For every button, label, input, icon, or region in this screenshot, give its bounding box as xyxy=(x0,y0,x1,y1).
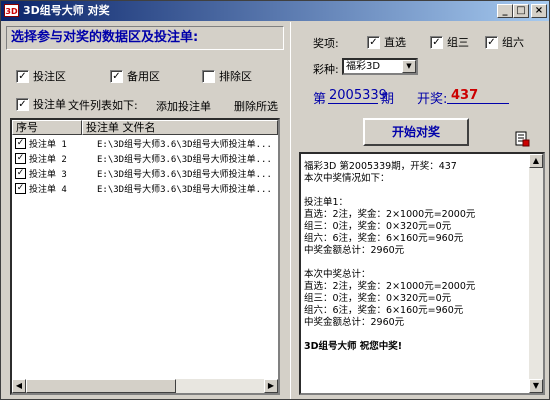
row-checkbox[interactable]: ✓ xyxy=(15,153,26,164)
scroll-thumb[interactable] xyxy=(26,379,176,393)
table-row[interactable]: ✓ 投注单 3 E:\3D组号大师3.6\3D组号大师投注单... xyxy=(12,166,282,181)
checkbox[interactable]: ✓ xyxy=(16,97,29,111)
check-bet-area[interactable]: ✓ 投注区 xyxy=(16,68,66,84)
save-text-icon[interactable] xyxy=(514,131,530,147)
checkbox[interactable] xyxy=(202,69,215,83)
draw-underline xyxy=(447,103,509,104)
start-check-button[interactable]: 开始对奖 xyxy=(363,118,469,146)
row-checkbox[interactable]: ✓ xyxy=(15,168,26,179)
left-panel: 选择参与对奖的数据区及投注单: ✓ 投注区 ✓ 备用区 排除区 ✓ 投注单 文件… xyxy=(2,22,289,399)
result-line: 3D组号大师 祝您中奖! xyxy=(304,341,403,352)
scroll-right-icon[interactable]: ▶ xyxy=(264,379,278,393)
draw-number[interactable]: 437 xyxy=(451,88,478,103)
check-exclude-area[interactable]: 排除区 xyxy=(202,68,252,84)
check-award-direct[interactable]: ✓ 直选 xyxy=(367,34,406,50)
scroll-left-icon[interactable]: ◀ xyxy=(12,379,26,393)
issue-underline xyxy=(328,103,378,104)
issue-suffix: 期 xyxy=(381,92,395,107)
lottery-select[interactable]: 福彩3D ▼ xyxy=(342,58,418,75)
maximize-button[interactable]: □ xyxy=(513,4,529,18)
draw-label: 开奖: xyxy=(417,92,448,107)
result-line: 本次中奖情况如下： xyxy=(304,173,390,184)
column-header-no[interactable]: 序号 xyxy=(12,120,82,135)
select-area-banner: 选择参与对奖的数据区及投注单: xyxy=(6,26,284,50)
chevron-down-icon[interactable]: ▼ xyxy=(402,60,416,73)
checkbox[interactable]: ✓ xyxy=(110,69,123,83)
result-line: 中奖金额总计：2960元 xyxy=(304,317,405,328)
lottery-label: 彩种: xyxy=(313,63,339,76)
horizontal-scrollbar[interactable]: ◀ ▶ xyxy=(12,379,278,393)
check-award-group6[interactable]: ✓ 组六 xyxy=(485,34,524,50)
close-button[interactable]: × xyxy=(531,4,547,18)
checkbox[interactable]: ✓ xyxy=(485,35,498,49)
checkbox[interactable]: ✓ xyxy=(16,69,29,83)
table-row[interactable]: ✓ 投注单 2 E:\3D组号大师3.6\3D组号大师投注单... xyxy=(12,151,282,166)
checkbox[interactable]: ✓ xyxy=(367,35,380,49)
title-bar[interactable]: 3D 3D组号大师 对奖 _ □ × xyxy=(1,1,549,21)
ticket-file-list[interactable]: 序号 投注单 文件名 ✓ 投注单 1 E:\3D组号大师3.6\3D组号大师投注… xyxy=(10,118,280,395)
scroll-down-icon[interactable]: ▼ xyxy=(529,379,543,393)
vertical-scrollbar[interactable]: ▲ ▼ xyxy=(529,154,543,393)
row-checkbox[interactable]: ✓ xyxy=(15,183,26,194)
issue-number[interactable]: 2005339 xyxy=(329,88,387,103)
column-header-file[interactable]: 投注单 文件名 xyxy=(82,120,278,135)
delete-selected-button[interactable]: 删除所选 xyxy=(234,98,278,114)
window-title: 3D组号大师 对奖 xyxy=(23,4,110,17)
app-icon: 3D xyxy=(4,4,19,17)
checkbox[interactable]: ✓ xyxy=(430,35,443,49)
minimize-button[interactable]: _ xyxy=(497,4,513,18)
check-spare-area[interactable]: ✓ 备用区 xyxy=(110,68,160,84)
main-window: 3D 3D组号大师 对奖 _ □ × 选择参与对奖的数据区及投注单: ✓ 投注区… xyxy=(0,0,550,400)
file-list-label: 文件列表如下: xyxy=(68,99,138,112)
issue-prefix: 第 xyxy=(313,92,327,107)
table-row[interactable]: ✓ 投注单 1 E:\3D组号大师3.6\3D组号大师投注单... xyxy=(12,136,282,151)
row-checkbox[interactable]: ✓ xyxy=(15,138,26,149)
check-award-group3[interactable]: ✓ 组三 xyxy=(430,34,469,50)
result-line: 中奖金额总计：2960元 xyxy=(304,245,405,256)
check-ticket[interactable]: ✓ 投注单 xyxy=(16,96,66,112)
result-text-box[interactable]: 福彩3D 第2005339期，开奖：437 本次中奖情况如下： 投注单1： 直选… xyxy=(299,152,545,395)
list-header: 序号 投注单 文件名 xyxy=(12,120,278,135)
scroll-up-icon[interactable]: ▲ xyxy=(529,154,543,168)
award-label: 奖项: xyxy=(313,37,339,50)
table-row[interactable]: ✓ 投注单 4 E:\3D组号大师3.6\3D组号大师投注单... xyxy=(12,181,282,196)
add-ticket-button[interactable]: 添加投注单 xyxy=(156,98,211,114)
right-panel: 奖项: ✓ 直选 ✓ 组三 ✓ 组六 彩种: 福彩3D ▼ 第 2005339 … xyxy=(290,22,549,399)
